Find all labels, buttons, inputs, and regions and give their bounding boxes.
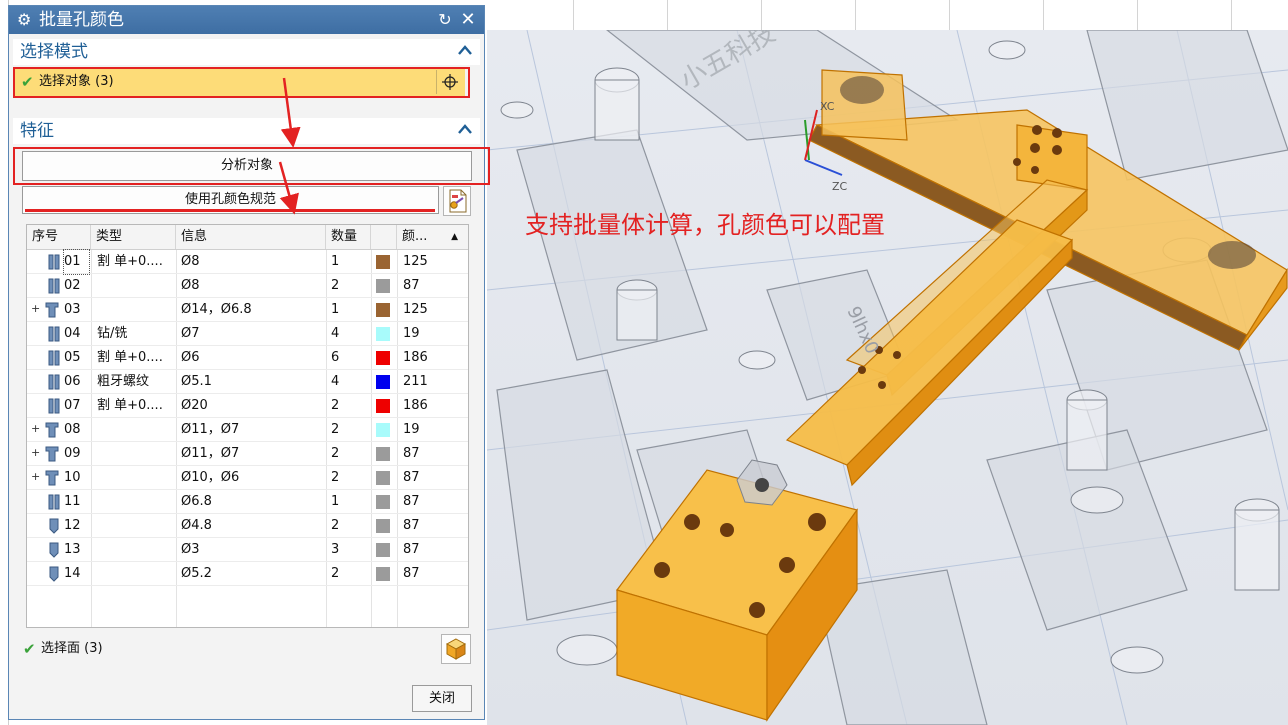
annotation-arrows: [278, 77, 301, 215]
